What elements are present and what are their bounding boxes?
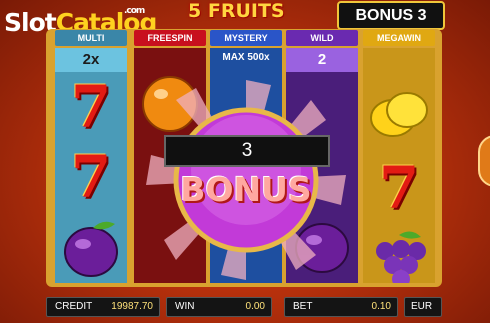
seven-symbol: 7 <box>70 73 112 141</box>
bonus-count-display: 3 <box>164 135 330 167</box>
lemon-symbol <box>370 92 428 137</box>
currency-box: EUR <box>404 297 442 317</box>
game-title: 5 FRUITS <box>188 0 285 22</box>
bet-box[interactable]: BET 0.10 <box>284 297 398 317</box>
seven-symbol: 7 <box>378 154 420 222</box>
wild-value: 2 <box>286 48 358 72</box>
header-megawin: MEGAWIN <box>363 30 435 46</box>
reel-5: 7 <box>363 48 435 283</box>
grapes-symbol <box>376 231 426 283</box>
win-value: 0.00 <box>245 301 265 312</box>
win-label: WIN <box>175 301 195 312</box>
header-wild: WILD <box>286 30 358 46</box>
header-multi: MULTI <box>55 30 127 46</box>
seven-symbol: 7 <box>70 143 112 211</box>
credit-value: 19987.70 <box>111 301 153 312</box>
bonus-counter: BONUS 3 <box>337 1 445 30</box>
reel-1: 7 7 <box>55 70 127 283</box>
win-box: WIN 0.00 <box>166 297 272 317</box>
header-mystery: MYSTERY <box>210 30 282 46</box>
mystery-value: MAX 500x <box>222 52 270 63</box>
credit-label: CREDIT <box>55 301 93 312</box>
bet-label: BET <box>293 301 313 312</box>
spin-button[interactable] <box>478 135 490 187</box>
credit-box: CREDIT 19987.70 <box>46 297 160 317</box>
bonus-label: BONUS <box>180 170 312 209</box>
currency-label: EUR <box>411 301 433 312</box>
watermark-com-text: .com <box>124 6 145 16</box>
header-freespin: FREESPIN <box>134 30 206 46</box>
bet-value: 0.10 <box>371 301 391 312</box>
multi-value: 2x <box>55 48 127 72</box>
plum-symbol <box>64 221 118 277</box>
